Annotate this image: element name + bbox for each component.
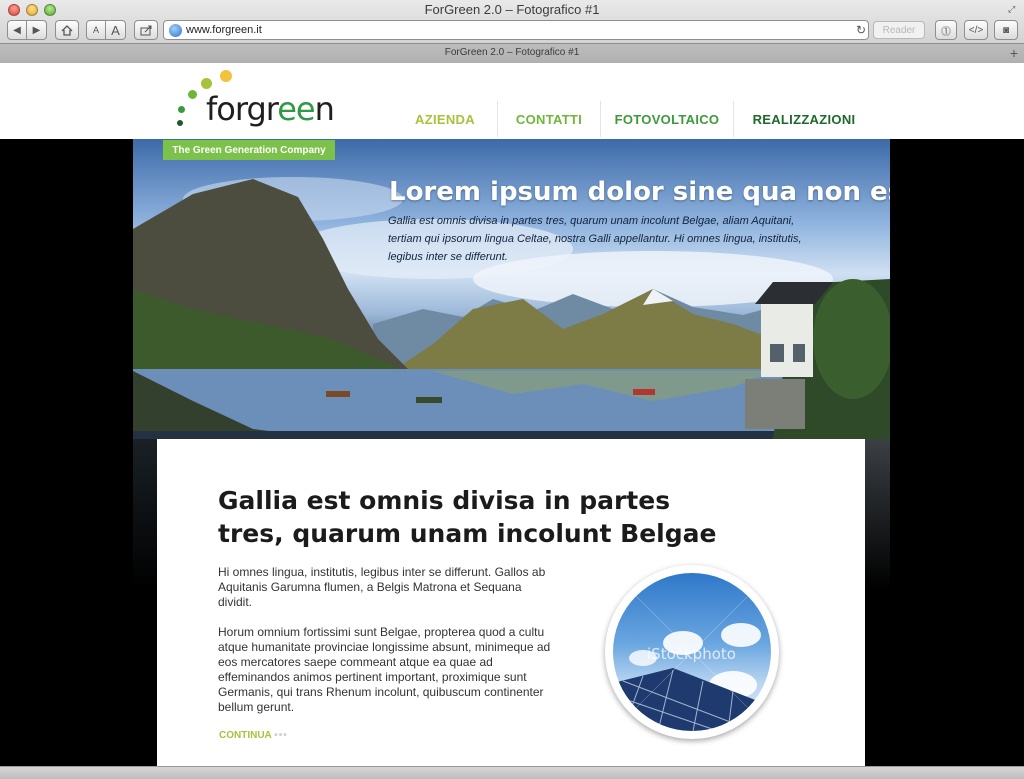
- solar-photo-frame[interactable]: iStockphoto: [605, 565, 779, 739]
- logo-dot-lime: [201, 78, 212, 89]
- nav-item-azienda[interactable]: AZIENDA: [393, 101, 497, 137]
- hero-lower-left: [133, 439, 157, 589]
- text-smaller-button[interactable]: A: [86, 20, 106, 40]
- browser-chrome: ForGreen 2.0 – Fotografico #1 ⤢ ◀ ▶ A A …: [0, 0, 1024, 63]
- browser-toolbar: ◀ ▶ A A www.forgreen.it ↻ Reader ⓵ </> ◙: [0, 18, 1024, 43]
- code-icon: </>: [968, 24, 984, 36]
- main-nav: AZIENDA CONTATTI FOTOVOLTAICO REALIZZAZI…: [393, 101, 874, 137]
- logo-text-suffix: n: [314, 90, 335, 128]
- address-bar[interactable]: www.forgreen.it ↻: [163, 20, 869, 40]
- logo-text-prefix: forgr: [206, 90, 278, 128]
- forward-arrow-icon: ▶: [32, 24, 41, 36]
- text-bigger-button[interactable]: A: [106, 20, 126, 40]
- site-logo[interactable]: forgreen: [174, 68, 335, 130]
- article-title: Gallia est omnis divisa in partes tres, …: [218, 486, 717, 548]
- nav-item-fotovoltaico[interactable]: FOTOVOLTAICO: [601, 101, 733, 137]
- tab-active[interactable]: ForGreen 2.0 – Fotografico #1: [0, 47, 1024, 58]
- reload-icon[interactable]: ↻: [856, 23, 866, 37]
- sidebar-button[interactable]: ◙: [994, 20, 1018, 40]
- globe-icon: [169, 24, 182, 37]
- home-icon: [61, 24, 73, 36]
- camera-icon: ◙: [1002, 24, 1010, 36]
- continue-link[interactable]: CONTINUA •••: [219, 730, 288, 741]
- browser-status-bar: [0, 766, 1024, 779]
- site-header: forgreen AZIENDA CONTATTI FOTOVOLTAICO R…: [0, 63, 1024, 139]
- share-button[interactable]: [134, 20, 158, 40]
- download-icon: ⓵: [941, 26, 951, 38]
- reader-button[interactable]: Reader: [873, 21, 925, 39]
- hero-lower-right: [865, 439, 890, 589]
- photo-watermark: iStockphoto: [647, 645, 736, 663]
- web-page: forgreen AZIENDA CONTATTI FOTOVOLTAICO R…: [0, 63, 1024, 766]
- continue-dots: •••: [274, 730, 288, 741]
- tagline-badge: The Green Generation Company: [163, 140, 335, 160]
- content-card: Gallia est omnis divisa in partes tres, …: [157, 439, 865, 766]
- new-tab-icon[interactable]: +: [1010, 45, 1018, 61]
- logo-text-highlight: ee: [277, 90, 315, 128]
- downloads-button[interactable]: ⓵: [935, 20, 957, 40]
- window-title: ForGreen 2.0 – Fotografico #1: [424, 2, 600, 17]
- share-icon: [140, 25, 151, 35]
- hero-title: Lorem ipsum dolor sine qua non est: [389, 177, 890, 207]
- logo-dot-mid-green: [178, 106, 185, 113]
- fullscreen-icon[interactable]: ⤢: [1008, 4, 1018, 14]
- logo-wordmark: forgreen: [206, 90, 335, 128]
- logo-dot-green: [188, 90, 197, 99]
- logo-dot-dark-green: [177, 120, 183, 126]
- home-button[interactable]: [55, 20, 79, 40]
- article-paragraph-2: Horum omnium fortissimi sunt Belgae, pro…: [218, 625, 551, 714]
- developer-button[interactable]: </>: [964, 20, 988, 40]
- logo-dot-yellow: [220, 70, 232, 82]
- forward-button[interactable]: ▶: [27, 20, 47, 40]
- nav-item-realizzazioni[interactable]: REALIZZAZIONI: [734, 101, 874, 137]
- solar-panel-photo: iStockphoto: [613, 573, 771, 731]
- hero-banner: Lorem ipsum dolor sine qua non est Galli…: [133, 139, 890, 439]
- article-paragraph-1: Hi omnes lingua, institutis, legibus int…: [218, 565, 546, 609]
- tab-bar: ForGreen 2.0 – Fotografico #1 +: [0, 43, 1024, 63]
- continue-label: CONTINUA: [219, 730, 272, 741]
- nav-item-contatti[interactable]: CONTATTI: [498, 101, 600, 137]
- back-button[interactable]: ◀: [7, 20, 27, 40]
- title-bar: ForGreen 2.0 – Fotografico #1 ⤢: [0, 0, 1024, 18]
- url-text: www.forgreen.it: [186, 24, 262, 36]
- hero-text: Gallia est omnis divisa in partes tres, …: [388, 215, 802, 263]
- back-arrow-icon: ◀: [13, 24, 21, 36]
